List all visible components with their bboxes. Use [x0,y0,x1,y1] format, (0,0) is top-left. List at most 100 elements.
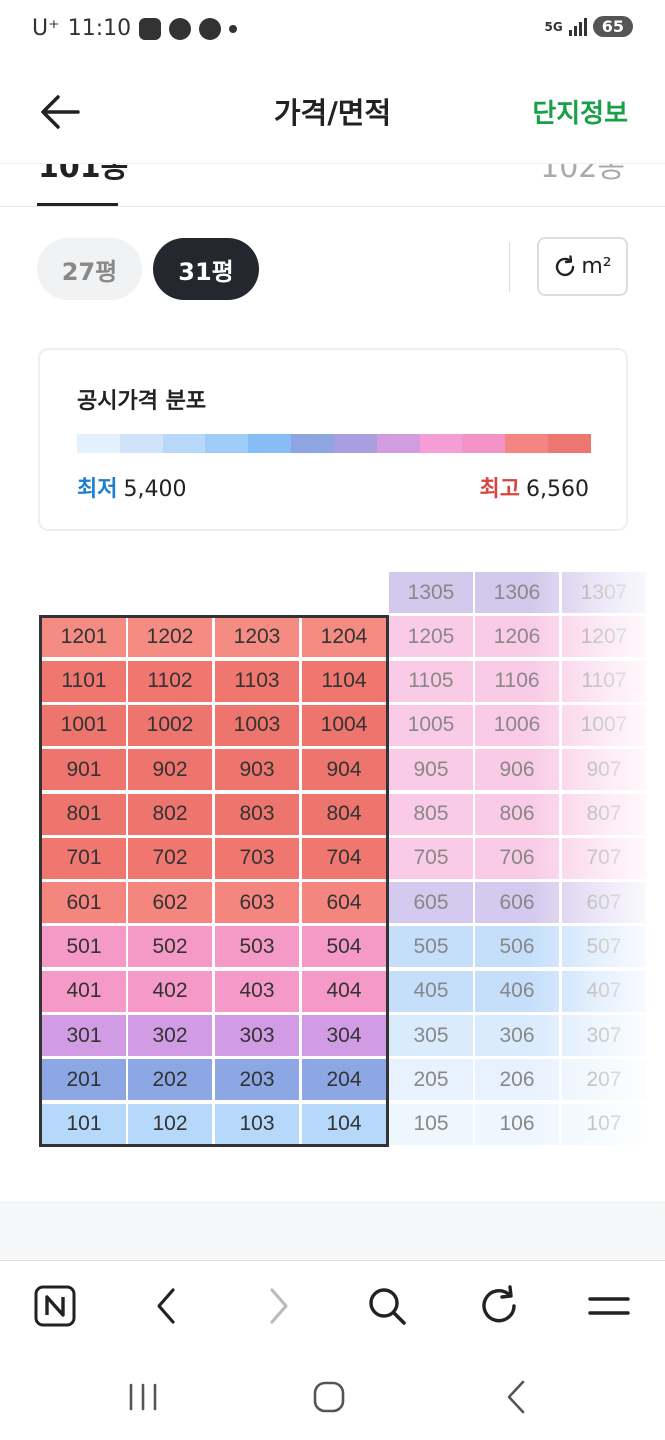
unit-cell[interactable]: 1102 [127,659,213,703]
unit-cell[interactable]: 1002 [127,703,213,747]
unit-toggle-button[interactable]: m² [537,237,628,296]
unit-cell[interactable]: 506 [474,925,560,969]
unit-cell[interactable]: 705 [388,836,474,880]
unit-cell[interactable]: 305 [388,1014,474,1057]
unit-cell[interactable]: 901 [41,748,127,792]
browser-forward-button[interactable] [254,1281,304,1331]
unit-cell[interactable]: 1006 [474,703,560,747]
unit-cell[interactable]: 307 [561,1014,647,1057]
unit-cell[interactable]: 107 [561,1102,647,1146]
unit-cell[interactable]: 1202 [127,615,213,659]
unit-cell[interactable]: 805 [388,792,474,836]
unit-cell[interactable]: 505 [388,925,474,969]
unit-cell[interactable]: 507 [561,925,647,969]
unit-cell[interactable]: 1201 [41,615,127,659]
unit-cell[interactable]: 802 [127,792,213,836]
unit-cell[interactable]: 1105 [388,659,474,703]
unit-cell[interactable]: 905 [388,748,474,792]
unit-cell[interactable]: 405 [388,969,474,1013]
unit-cell[interactable]: 1205 [388,615,474,659]
unit-cell[interactable]: 904 [301,748,387,792]
unit-cell[interactable]: 503 [214,925,300,969]
unit-cell[interactable]: 407 [561,969,647,1013]
unit-cell[interactable]: 1307 [561,571,647,614]
unit-cell[interactable]: 1305 [388,571,474,614]
unit-cell[interactable]: 701 [41,836,127,880]
unit-cell[interactable]: 1005 [388,703,474,747]
unit-cell[interactable]: 403 [214,969,300,1013]
unit-cell[interactable]: 302 [127,1014,213,1057]
unit-cell[interactable]: 704 [301,836,387,880]
unit-cell[interactable]: 804 [301,792,387,836]
unit-cell[interactable]: 707 [561,836,647,880]
unit-cell[interactable]: 605 [388,881,474,925]
unit-cell[interactable]: 1306 [474,571,560,614]
unit-cell[interactable]: 105 [388,1102,474,1146]
unit-cell[interactable]: 604 [301,881,387,925]
unit-cell[interactable]: 1206 [474,615,560,659]
unit-cell[interactable]: 303 [214,1014,300,1057]
unit-cell[interactable]: 206 [474,1058,560,1102]
complex-info-link[interactable]: 단지정보 [532,93,628,130]
unit-cell[interactable]: 806 [474,792,560,836]
naver-home-button[interactable] [30,1281,80,1331]
unit-cell[interactable]: 1103 [214,659,300,703]
unit-cell[interactable]: 301 [41,1014,127,1057]
unit-cell[interactable]: 203 [214,1058,300,1102]
unit-cell[interactable]: 207 [561,1058,647,1102]
unit-cell[interactable]: 1203 [214,615,300,659]
unit-cell[interactable]: 102 [127,1102,213,1146]
unit-cell[interactable]: 205 [388,1058,474,1102]
unit-cell[interactable]: 601 [41,881,127,925]
size-chip-27[interactable]: 27평 [37,238,142,300]
unit-cell[interactable]: 606 [474,881,560,925]
unit-cell[interactable]: 1004 [301,703,387,747]
unit-cell[interactable]: 706 [474,836,560,880]
browser-reload-button[interactable] [474,1281,524,1331]
unit-cell[interactable]: 401 [41,969,127,1013]
unit-cell[interactable]: 1207 [561,615,647,659]
unit-cell[interactable]: 902 [127,748,213,792]
home-button[interactable] [304,1372,354,1422]
unit-cell[interactable]: 104 [301,1102,387,1146]
unit-cell[interactable]: 1107 [561,659,647,703]
unit-cell[interactable]: 803 [214,792,300,836]
unit-cell[interactable]: 602 [127,881,213,925]
unit-cell[interactable]: 204 [301,1058,387,1102]
unit-cell[interactable]: 903 [214,748,300,792]
unit-cell[interactable]: 402 [127,969,213,1013]
unit-cell[interactable]: 702 [127,836,213,880]
unit-cell[interactable]: 603 [214,881,300,925]
unit-cell[interactable]: 201 [41,1058,127,1102]
tab-building-101[interactable]: 101동 [38,164,128,186]
unit-cell[interactable]: 101 [41,1102,127,1146]
size-chip-31[interactable]: 31평 [153,238,259,300]
unit-cell[interactable]: 907 [561,748,647,792]
browser-search-button[interactable] [362,1281,412,1331]
unit-cell[interactable]: 906 [474,748,560,792]
unit-cell[interactable]: 504 [301,925,387,969]
unit-cell[interactable]: 502 [127,925,213,969]
unit-cell[interactable]: 501 [41,925,127,969]
unit-cell[interactable]: 703 [214,836,300,880]
browser-back-button[interactable] [141,1281,191,1331]
unit-cell[interactable]: 106 [474,1102,560,1146]
unit-cell[interactable]: 1104 [301,659,387,703]
unit-cell[interactable]: 807 [561,792,647,836]
unit-cell[interactable]: 1007 [561,703,647,747]
unit-cell[interactable]: 304 [301,1014,387,1057]
unit-cell[interactable]: 306 [474,1014,560,1057]
unit-cell[interactable]: 1001 [41,703,127,747]
unit-cell[interactable]: 1003 [214,703,300,747]
unit-cell[interactable]: 1204 [301,615,387,659]
unit-cell[interactable]: 103 [214,1102,300,1146]
unit-cell[interactable]: 801 [41,792,127,836]
system-back-button[interactable] [491,1372,541,1422]
unit-cell[interactable]: 202 [127,1058,213,1102]
browser-menu-button[interactable] [584,1281,634,1331]
unit-cell[interactable]: 607 [561,881,647,925]
recent-apps-button[interactable] [118,1372,168,1422]
unit-cell[interactable]: 404 [301,969,387,1013]
tab-building-102[interactable]: 102동 [540,164,625,186]
unit-cell[interactable]: 406 [474,969,560,1013]
